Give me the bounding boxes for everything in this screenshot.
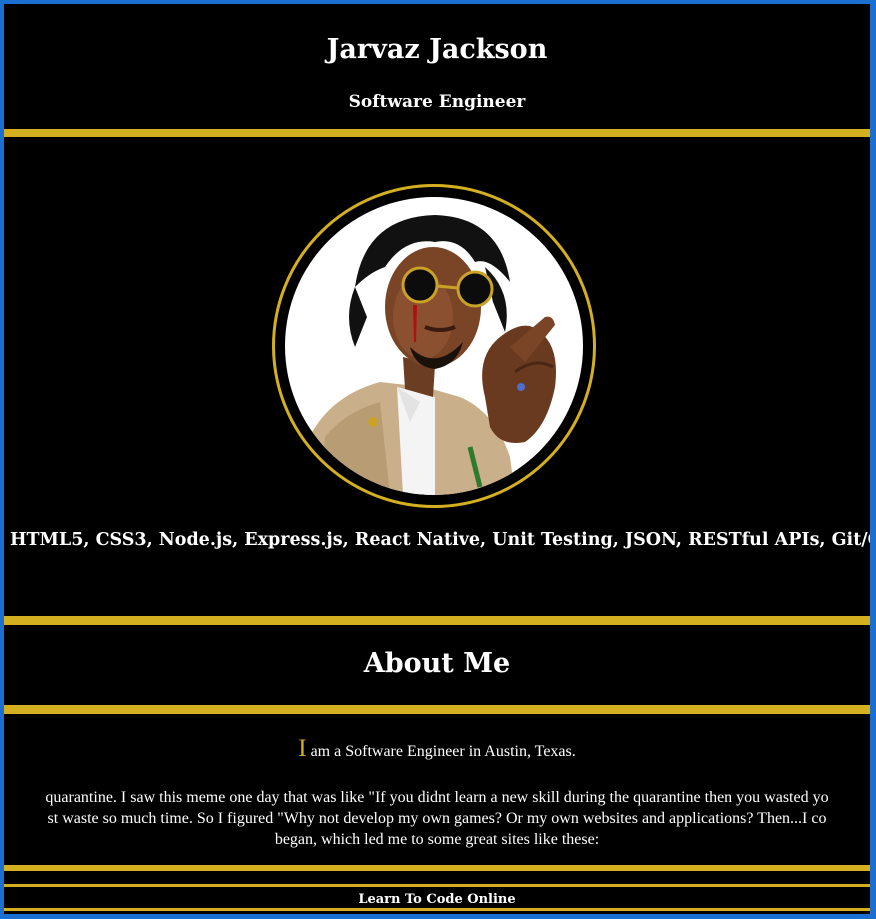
about-story: quarantine. I saw this meme one day that… <box>4 787 870 850</box>
story-divider <box>4 865 870 871</box>
story-line: began, which led me to some great sites … <box>274 831 600 848</box>
links-bottom-divider <box>4 908 870 911</box>
page-subtitle: Software Engineer <box>348 92 526 112</box>
portrait-frame <box>272 184 596 508</box>
skills-list: HTML5, CSS3, Node.js, Express.js, React … <box>10 530 870 550</box>
page-frame: Jarvaz Jackson Software Engineer HTML5, … <box>4 4 870 914</box>
about-heading: About Me <box>363 648 511 679</box>
learn-to-code-link[interactable]: Learn To Code Online <box>4 892 870 907</box>
portrait-illustration-icon <box>285 197 583 495</box>
about-intro: I am a Software Engineer in Austin, Texa… <box>4 735 870 763</box>
skills-divider <box>4 616 870 625</box>
story-line: st waste so much time. So I figured "Why… <box>47 810 827 827</box>
about-divider <box>4 705 870 714</box>
portrait-art <box>295 215 556 495</box>
page-title: Jarvaz Jackson <box>326 34 548 65</box>
intro-dropcap: I <box>298 735 307 762</box>
intro-text: am a Software Engineer in Austin, Texas. <box>306 743 576 760</box>
header-divider <box>4 129 870 137</box>
story-line: quarantine. I saw this meme one day that… <box>45 789 829 806</box>
links-top-divider <box>4 884 870 887</box>
